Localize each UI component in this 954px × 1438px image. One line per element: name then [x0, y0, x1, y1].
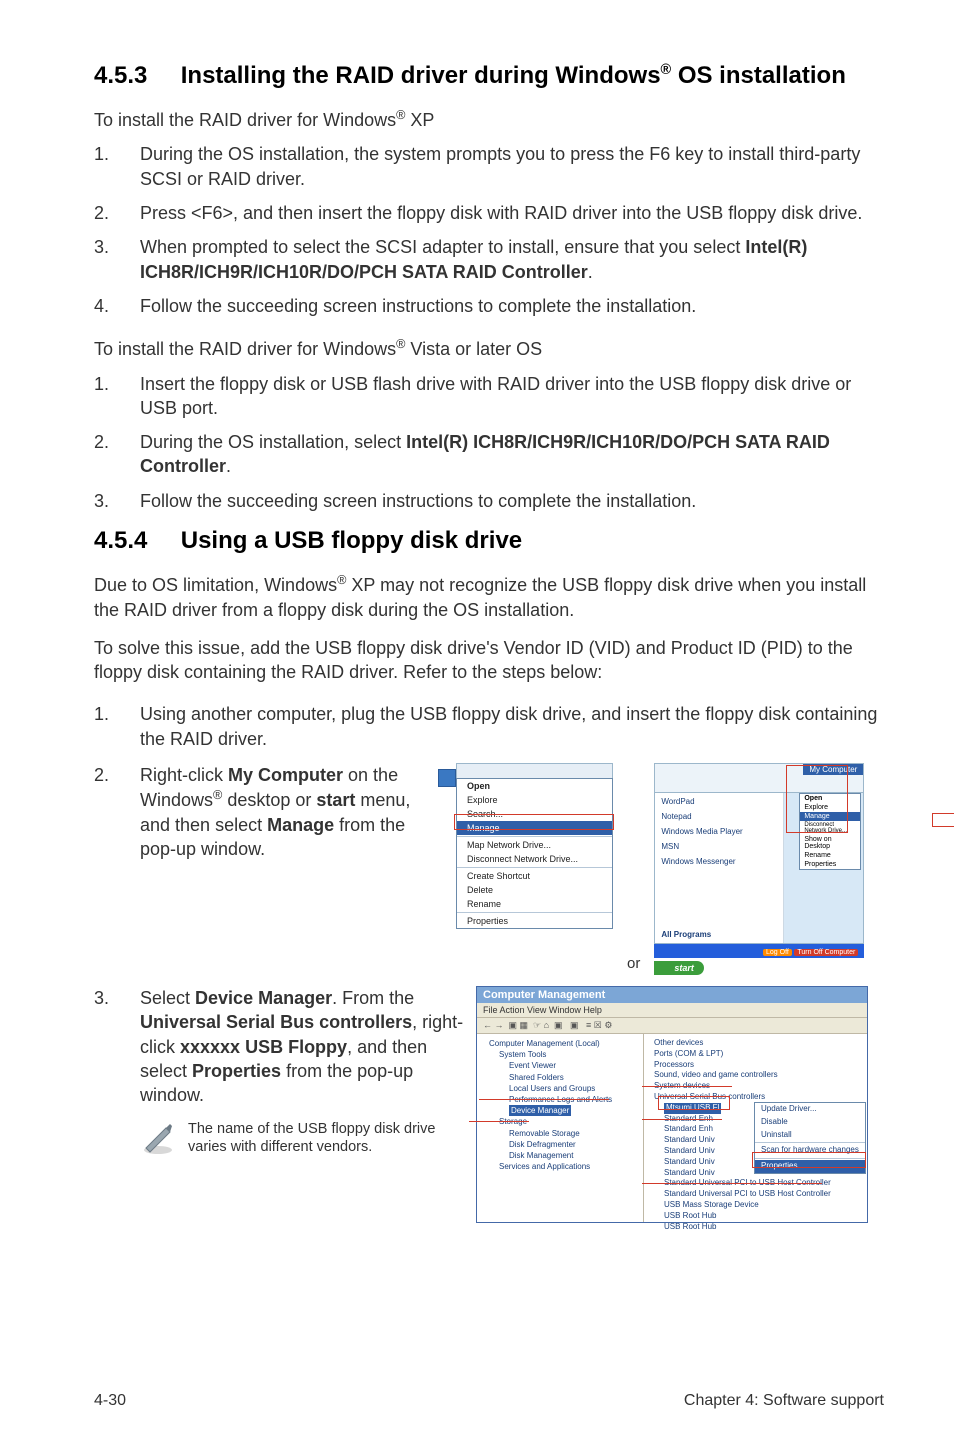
ctx-properties: Properties — [457, 914, 612, 928]
list-step3: 3. Select Device Manager. From the Unive… — [94, 986, 464, 1107]
start-header: My Computer — [654, 763, 864, 793]
para-vista-install: To install the RAID driver for Windows® … — [94, 336, 884, 361]
cm-context-menu: Update Driver... Disable Uninstall Scan … — [754, 1102, 866, 1174]
or-label: or — [627, 955, 640, 972]
pen-icon — [140, 1120, 176, 1156]
ctx-disconnect-drive: Disconnect Network Drive... — [457, 852, 612, 866]
ctx-manage: Manage — [457, 821, 612, 835]
heading-454: 4.5.4 Using a USB floppy disk drive — [94, 525, 884, 556]
my-computer-title: My Computer — [803, 764, 863, 775]
page-number: 4-30 — [94, 1392, 126, 1410]
cm-usb-floppy-selected: Mtsumi USB Fl — [664, 1103, 721, 1114]
ctx-search: Search... — [457, 807, 612, 821]
ctx-open: Open — [457, 779, 612, 793]
chapter-label: Chapter 4: Software support — [684, 1392, 884, 1410]
cm-device-manager: Device Manager — [509, 1105, 571, 1116]
list-vista: 1.Insert the floppy disk or USB flash dr… — [94, 372, 884, 513]
start-logoff-bar: Log Off Turn Off Computer — [654, 944, 864, 958]
page-footer: 4-30 Chapter 4: Software support — [94, 1392, 884, 1410]
para-xp-install: To install the RAID driver for Windows® … — [94, 107, 884, 132]
para-limitation: Due to OS limitation, Windows® XP may no… — [94, 572, 884, 622]
ctx-delete: Delete — [457, 883, 612, 897]
cm-menubar: File Action View Window Help — [477, 1003, 867, 1018]
list-xp: 1.During the OS installation, the system… — [94, 142, 884, 318]
start-button: start — [654, 961, 704, 975]
list-step2: 2. Right-click My Computer on the Window… — [94, 763, 444, 861]
heading-453: 4.5.3 Installing the RAID driver during … — [94, 60, 884, 91]
cm-toolbar: ← → ▣ ▦ ☞ ⌂ ▣ ▣ ≡ ☒ ⚙ — [477, 1018, 867, 1034]
ctx-explore: Explore — [457, 793, 612, 807]
mc-submenu: Open Explore Manage Disconnect Network D… — [799, 793, 861, 870]
ctx-map-drive: Map Network Drive... — [457, 838, 612, 852]
note-text: The name of the USB floppy disk drive va… — [188, 1120, 464, 1158]
para-solve: To solve this issue, add the USB floppy … — [94, 636, 884, 685]
cm-ctx-properties: Properties — [755, 1160, 865, 1173]
start-left-programs: WordPad Notepad Windows Media Player MSN… — [655, 793, 784, 943]
list-steps: 1.Using another computer, plug the USB f… — [94, 702, 884, 751]
illustration-computer-management: Computer Management File Action View Win… — [476, 986, 868, 1223]
illustration-context-menus: Open Explore Search... Manage Map Networ… — [456, 763, 884, 976]
ctx-rename: Rename — [457, 897, 612, 911]
ctx-create-shortcut: Create Shortcut — [457, 869, 612, 883]
cm-tree-left: Computer Management (Local) System Tools… — [477, 1034, 644, 1222]
start-right-panel: Open Explore Manage Disconnect Network D… — [784, 793, 863, 943]
cm-tree-right: Other devices Ports (COM & LPT) Processo… — [644, 1034, 867, 1222]
cm-title: Computer Management — [477, 987, 867, 1003]
